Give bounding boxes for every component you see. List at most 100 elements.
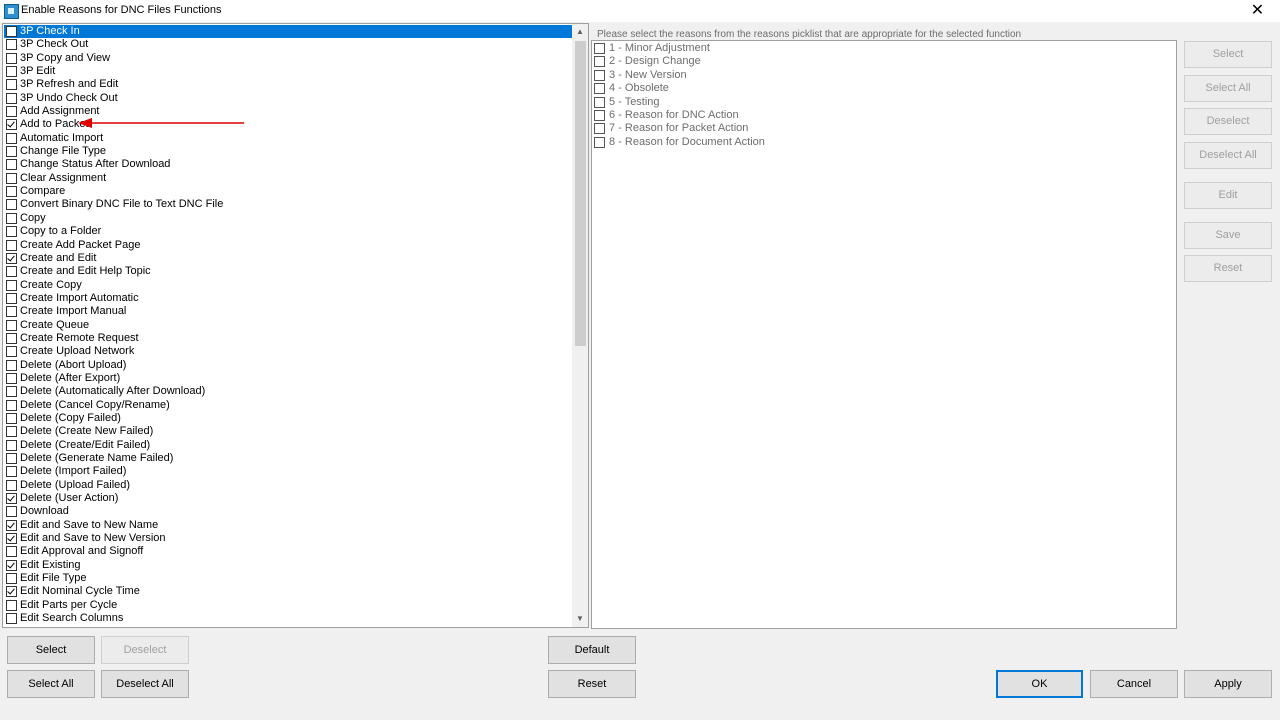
function-list-item[interactable]: Create Add Packet Page — [4, 239, 574, 252]
apply-button[interactable]: Apply — [1184, 670, 1272, 698]
function-list-item[interactable]: Delete (User Action) — [4, 492, 574, 505]
function-list-item[interactable]: Compare — [4, 185, 574, 198]
function-list-item[interactable]: Delete (Automatically After Download) — [4, 385, 574, 398]
cancel-button[interactable]: Cancel — [1090, 670, 1178, 698]
function-checkbox[interactable] — [6, 279, 17, 291]
function-list-item[interactable]: 3P Copy and View — [4, 52, 574, 65]
function-list-item[interactable]: Delete (Create/Edit Failed) — [4, 439, 574, 452]
function-checkbox[interactable] — [6, 66, 17, 78]
function-list-item[interactable]: Create and Edit — [4, 252, 574, 265]
function-checkbox[interactable] — [6, 26, 17, 37]
function-checkbox[interactable] — [6, 426, 17, 438]
function-select-all-button[interactable]: Select All — [7, 670, 95, 698]
function-checkbox[interactable] — [6, 599, 17, 611]
function-list-item[interactable]: Copy to a Folder — [4, 225, 574, 238]
function-checkbox[interactable] — [6, 252, 17, 264]
function-list-item[interactable]: Change File Type — [4, 145, 574, 158]
function-list-item[interactable]: Copy — [4, 212, 574, 225]
reset-button[interactable]: Reset — [548, 670, 636, 698]
function-list-item[interactable]: Create Upload Network — [4, 345, 574, 358]
reason-checkbox[interactable] — [594, 136, 605, 148]
function-checkbox[interactable] — [6, 186, 17, 198]
function-list-item[interactable]: 3P Undo Check Out — [4, 92, 574, 105]
function-checkbox[interactable] — [6, 399, 17, 411]
reason-checkbox[interactable] — [594, 69, 605, 81]
function-list-item[interactable]: Create and Edit Help Topic — [4, 265, 574, 278]
functions-scrollbar[interactable]: ▲ ▼ — [572, 24, 588, 627]
function-checkbox[interactable] — [6, 146, 17, 158]
close-icon[interactable]: ✕ — [1235, 0, 1280, 22]
function-checkbox[interactable] — [6, 533, 17, 545]
function-checkbox[interactable] — [6, 439, 17, 451]
function-checkbox[interactable] — [6, 199, 17, 211]
function-checkbox[interactable] — [6, 132, 17, 144]
function-list-item[interactable]: Delete (Import Failed) — [4, 465, 574, 478]
function-checkbox[interactable] — [6, 613, 17, 625]
function-checkbox[interactable] — [6, 479, 17, 491]
function-checkbox[interactable] — [6, 212, 17, 224]
function-checkbox[interactable] — [6, 292, 17, 304]
function-checkbox[interactable] — [6, 119, 17, 131]
function-list-item[interactable]: Delete (Copy Failed) — [4, 412, 574, 425]
function-list-item[interactable]: 3P Check In — [4, 25, 574, 39]
function-checkbox[interactable] — [6, 493, 17, 505]
function-checkbox[interactable] — [6, 79, 17, 91]
function-list-item[interactable]: Edit File Type — [4, 572, 574, 585]
function-checkbox[interactable] — [6, 573, 17, 585]
scroll-thumb[interactable] — [575, 41, 586, 346]
reason-reset-button[interactable]: Reset — [1184, 255, 1272, 282]
function-deselect-all-button[interactable]: Deselect All — [101, 670, 189, 698]
function-list-item[interactable]: Edit Parts per Cycle — [4, 599, 574, 612]
reason-deselect-button[interactable]: Deselect — [1184, 108, 1272, 135]
reason-select-all-button[interactable]: Select All — [1184, 75, 1272, 102]
function-deselect-button[interactable]: Deselect — [101, 636, 189, 664]
function-list-item[interactable]: Delete (Abort Upload) — [4, 359, 574, 372]
function-checkbox[interactable] — [6, 306, 17, 318]
function-checkbox[interactable] — [6, 466, 17, 478]
reason-checkbox[interactable] — [594, 56, 605, 68]
function-checkbox[interactable] — [6, 359, 17, 371]
function-checkbox[interactable] — [6, 546, 17, 558]
function-list-item[interactable]: Download — [4, 505, 574, 518]
scroll-down-icon[interactable]: ▼ — [572, 611, 588, 627]
reason-checkbox[interactable] — [594, 110, 605, 121]
function-checkbox[interactable] — [6, 412, 17, 424]
function-checkbox[interactable] — [6, 559, 17, 571]
function-list-item[interactable]: Edit and Save to New Name — [4, 519, 574, 532]
function-checkbox[interactable] — [6, 226, 17, 238]
function-list-item[interactable]: Convert Binary DNC File to Text DNC File — [4, 198, 574, 211]
function-checkbox[interactable] — [6, 346, 17, 358]
function-list-item[interactable]: Delete (Upload Failed) — [4, 479, 574, 492]
function-checkbox[interactable] — [6, 453, 17, 464]
function-list-item[interactable]: Edit Search Columns — [4, 612, 574, 625]
function-list-item[interactable]: Create Remote Request — [4, 332, 574, 345]
function-select-button[interactable]: Select — [7, 636, 95, 664]
function-list-item[interactable]: Change Status After Download — [4, 158, 574, 171]
function-list-item[interactable]: Delete (Cancel Copy/Rename) — [4, 399, 574, 412]
function-checkbox[interactable] — [6, 39, 17, 51]
function-list-item[interactable]: Create Copy — [4, 279, 574, 292]
function-list-item[interactable]: Add Assignment — [4, 105, 574, 118]
function-list-item[interactable]: Automatic Import — [4, 132, 574, 145]
reason-checkbox[interactable] — [594, 123, 605, 135]
default-button[interactable]: Default — [548, 636, 636, 664]
ok-button[interactable]: OK — [996, 670, 1083, 698]
function-checkbox[interactable] — [6, 372, 17, 384]
function-list-item[interactable]: Clear Assignment — [4, 172, 574, 185]
function-list-item[interactable]: Edit Approval and Signoff — [4, 545, 574, 558]
function-checkbox[interactable] — [6, 586, 17, 598]
reason-checkbox[interactable] — [594, 83, 605, 95]
function-checkbox[interactable] — [6, 239, 17, 251]
function-list-item[interactable]: 3P Refresh and Edit — [4, 78, 574, 91]
function-list-item[interactable]: 3P Edit — [4, 65, 574, 78]
reason-select-button[interactable]: Select — [1184, 41, 1272, 68]
function-list-item[interactable]: Edit Nominal Cycle Time — [4, 585, 574, 598]
reason-edit-button[interactable]: Edit — [1184, 182, 1272, 209]
function-checkbox[interactable] — [6, 106, 17, 118]
function-list-item[interactable]: 3P Check Out — [4, 38, 574, 51]
function-list-item[interactable]: Delete (Generate Name Failed) — [4, 452, 574, 465]
function-checkbox[interactable] — [6, 92, 17, 104]
function-checkbox[interactable] — [6, 386, 17, 398]
function-list-item[interactable]: Delete (Create New Failed) — [4, 425, 574, 438]
function-checkbox[interactable] — [6, 519, 17, 531]
